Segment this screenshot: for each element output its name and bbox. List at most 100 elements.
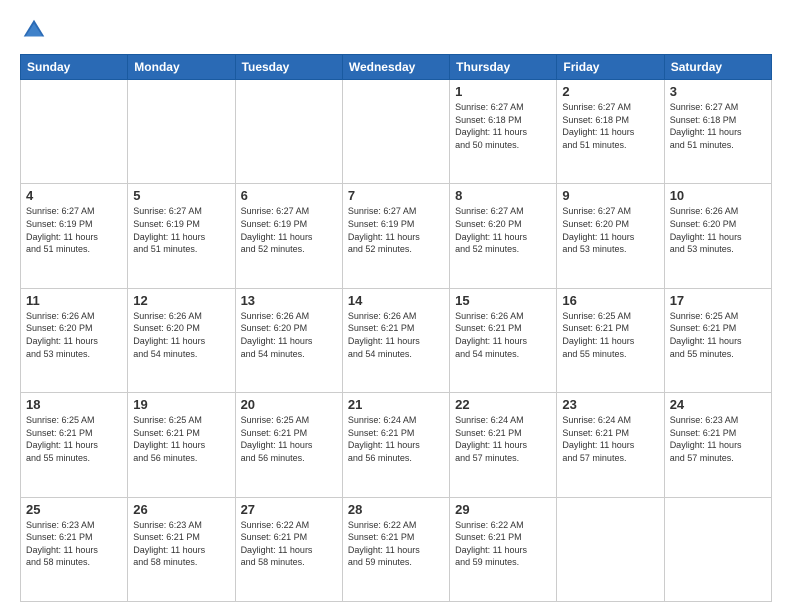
calendar-cell: 28 Sunrise: 6:22 AM Sunset: 6:21 PM Dayli… [342, 497, 449, 601]
calendar-cell: 11 Sunrise: 6:26 AM Sunset: 6:20 PM Dayli… [21, 288, 128, 392]
calendar-week-1: 4 Sunrise: 6:27 AM Sunset: 6:19 PM Daylig… [21, 184, 772, 288]
calendar-week-2: 11 Sunrise: 6:26 AM Sunset: 6:20 PM Dayli… [21, 288, 772, 392]
day-info: Sunrise: 6:27 AM Sunset: 6:19 PM Dayligh… [348, 205, 444, 255]
day-info: Sunrise: 6:26 AM Sunset: 6:20 PM Dayligh… [670, 205, 766, 255]
day-info: Sunrise: 6:25 AM Sunset: 6:21 PM Dayligh… [26, 414, 122, 464]
calendar-cell: 24 Sunrise: 6:23 AM Sunset: 6:21 PM Dayli… [664, 393, 771, 497]
day-info: Sunrise: 6:24 AM Sunset: 6:21 PM Dayligh… [348, 414, 444, 464]
calendar-cell: 16 Sunrise: 6:25 AM Sunset: 6:21 PM Dayli… [557, 288, 664, 392]
day-info: Sunrise: 6:26 AM Sunset: 6:20 PM Dayligh… [133, 310, 229, 360]
calendar-cell: 22Sunrise: 6:24 AM Sunset: 6:21 PM Dayli… [450, 393, 557, 497]
day-info: Sunrise: 6:24 AM Sunset: 6:21 PM Dayligh… [455, 414, 551, 464]
calendar-cell: 6 Sunrise: 6:27 AM Sunset: 6:19 PM Daylig… [235, 184, 342, 288]
day-number: 15 [455, 293, 551, 308]
day-info: Sunrise: 6:27 AM Sunset: 6:19 PM Dayligh… [26, 205, 122, 255]
day-info: Sunrise: 6:27 AM Sunset: 6:19 PM Dayligh… [241, 205, 337, 255]
col-wednesday: Wednesday [342, 55, 449, 80]
day-info: Sunrise: 6:26 AM Sunset: 6:20 PM Dayligh… [26, 310, 122, 360]
day-number: 4 [26, 188, 122, 203]
calendar-cell: 26 Sunrise: 6:23 AM Sunset: 6:21 PM Dayli… [128, 497, 235, 601]
page: Sunday Monday Tuesday Wednesday Thursday… [0, 0, 792, 612]
day-info: Sunrise: 6:25 AM Sunset: 6:21 PM Dayligh… [133, 414, 229, 464]
calendar-cell: 21 Sunrise: 6:24 AM Sunset: 6:21 PM Dayli… [342, 393, 449, 497]
calendar-cell: 18Sunrise: 6:25 AM Sunset: 6:21 PM Dayli… [21, 393, 128, 497]
day-number: 11 [26, 293, 122, 308]
day-info: Sunrise: 6:26 AM Sunset: 6:20 PM Dayligh… [241, 310, 337, 360]
logo [20, 16, 52, 44]
day-info: Sunrise: 6:27 AM Sunset: 6:20 PM Dayligh… [562, 205, 658, 255]
calendar-cell: 23Sunrise: 6:24 AM Sunset: 6:21 PM Dayli… [557, 393, 664, 497]
day-info: Sunrise: 6:27 AM Sunset: 6:20 PM Dayligh… [455, 205, 551, 255]
calendar-cell [235, 80, 342, 184]
calendar-cell: 29Sunrise: 6:22 AM Sunset: 6:21 PM Dayli… [450, 497, 557, 601]
day-info: Sunrise: 6:26 AM Sunset: 6:21 PM Dayligh… [455, 310, 551, 360]
calendar-week-3: 18Sunrise: 6:25 AM Sunset: 6:21 PM Dayli… [21, 393, 772, 497]
day-info: Sunrise: 6:25 AM Sunset: 6:21 PM Dayligh… [670, 310, 766, 360]
col-tuesday: Tuesday [235, 55, 342, 80]
day-number: 13 [241, 293, 337, 308]
calendar-table: Sunday Monday Tuesday Wednesday Thursday… [20, 54, 772, 602]
col-monday: Monday [128, 55, 235, 80]
calendar-week-0: 1 Sunrise: 6:27 AM Sunset: 6:18 PM Daylig… [21, 80, 772, 184]
calendar-cell [21, 80, 128, 184]
day-info: Sunrise: 6:25 AM Sunset: 6:21 PM Dayligh… [241, 414, 337, 464]
day-info: Sunrise: 6:26 AM Sunset: 6:21 PM Dayligh… [348, 310, 444, 360]
col-friday: Friday [557, 55, 664, 80]
calendar-cell [557, 497, 664, 601]
calendar-cell: 17 Sunrise: 6:25 AM Sunset: 6:21 PM Dayli… [664, 288, 771, 392]
calendar-header: Sunday Monday Tuesday Wednesday Thursday… [21, 55, 772, 80]
day-number: 9 [562, 188, 658, 203]
calendar-cell: 25 Sunrise: 6:23 AM Sunset: 6:21 PM Dayli… [21, 497, 128, 601]
day-info: Sunrise: 6:22 AM Sunset: 6:21 PM Dayligh… [455, 519, 551, 569]
calendar-cell [342, 80, 449, 184]
day-info: Sunrise: 6:23 AM Sunset: 6:21 PM Dayligh… [670, 414, 766, 464]
header-row: Sunday Monday Tuesday Wednesday Thursday… [21, 55, 772, 80]
calendar-cell: 8 Sunrise: 6:27 AM Sunset: 6:20 PM Daylig… [450, 184, 557, 288]
calendar-cell: 20Sunrise: 6:25 AM Sunset: 6:21 PM Dayli… [235, 393, 342, 497]
col-saturday: Saturday [664, 55, 771, 80]
day-number: 5 [133, 188, 229, 203]
day-number: 12 [133, 293, 229, 308]
logo-icon [20, 16, 48, 44]
day-number: 26 [133, 502, 229, 517]
day-number: 17 [670, 293, 766, 308]
calendar-cell: 1 Sunrise: 6:27 AM Sunset: 6:18 PM Daylig… [450, 80, 557, 184]
calendar-cell: 5Sunrise: 6:27 AM Sunset: 6:19 PM Daylig… [128, 184, 235, 288]
calendar-cell: 4 Sunrise: 6:27 AM Sunset: 6:19 PM Daylig… [21, 184, 128, 288]
day-info: Sunrise: 6:23 AM Sunset: 6:21 PM Dayligh… [133, 519, 229, 569]
day-info: Sunrise: 6:27 AM Sunset: 6:18 PM Dayligh… [455, 101, 551, 151]
calendar-cell: 27Sunrise: 6:22 AM Sunset: 6:21 PM Dayli… [235, 497, 342, 601]
day-number: 2 [562, 84, 658, 99]
calendar-cell: 12 Sunrise: 6:26 AM Sunset: 6:20 PM Dayli… [128, 288, 235, 392]
day-number: 6 [241, 188, 337, 203]
day-number: 10 [670, 188, 766, 203]
day-number: 21 [348, 397, 444, 412]
day-info: Sunrise: 6:23 AM Sunset: 6:21 PM Dayligh… [26, 519, 122, 569]
col-sunday: Sunday [21, 55, 128, 80]
day-info: Sunrise: 6:22 AM Sunset: 6:21 PM Dayligh… [348, 519, 444, 569]
day-info: Sunrise: 6:27 AM Sunset: 6:18 PM Dayligh… [670, 101, 766, 151]
col-thursday: Thursday [450, 55, 557, 80]
calendar-cell: 15 Sunrise: 6:26 AM Sunset: 6:21 PM Dayli… [450, 288, 557, 392]
day-info: Sunrise: 6:25 AM Sunset: 6:21 PM Dayligh… [562, 310, 658, 360]
day-number: 23 [562, 397, 658, 412]
calendar-cell [664, 497, 771, 601]
day-number: 1 [455, 84, 551, 99]
day-number: 3 [670, 84, 766, 99]
day-number: 24 [670, 397, 766, 412]
calendar-cell: 14Sunrise: 6:26 AM Sunset: 6:21 PM Dayli… [342, 288, 449, 392]
day-number: 25 [26, 502, 122, 517]
calendar-cell: 19 Sunrise: 6:25 AM Sunset: 6:21 PM Dayli… [128, 393, 235, 497]
calendar-cell: 13 Sunrise: 6:26 AM Sunset: 6:20 PM Dayli… [235, 288, 342, 392]
day-number: 8 [455, 188, 551, 203]
calendar-cell: 3 Sunrise: 6:27 AM Sunset: 6:18 PM Daylig… [664, 80, 771, 184]
calendar-cell: 7 Sunrise: 6:27 AM Sunset: 6:19 PM Daylig… [342, 184, 449, 288]
calendar-week-4: 25 Sunrise: 6:23 AM Sunset: 6:21 PM Dayli… [21, 497, 772, 601]
day-number: 7 [348, 188, 444, 203]
calendar-body: 1 Sunrise: 6:27 AM Sunset: 6:18 PM Daylig… [21, 80, 772, 602]
day-number: 28 [348, 502, 444, 517]
day-number: 19 [133, 397, 229, 412]
calendar-cell: 9 Sunrise: 6:27 AM Sunset: 6:20 PM Daylig… [557, 184, 664, 288]
day-info: Sunrise: 6:27 AM Sunset: 6:18 PM Dayligh… [562, 101, 658, 151]
day-number: 16 [562, 293, 658, 308]
